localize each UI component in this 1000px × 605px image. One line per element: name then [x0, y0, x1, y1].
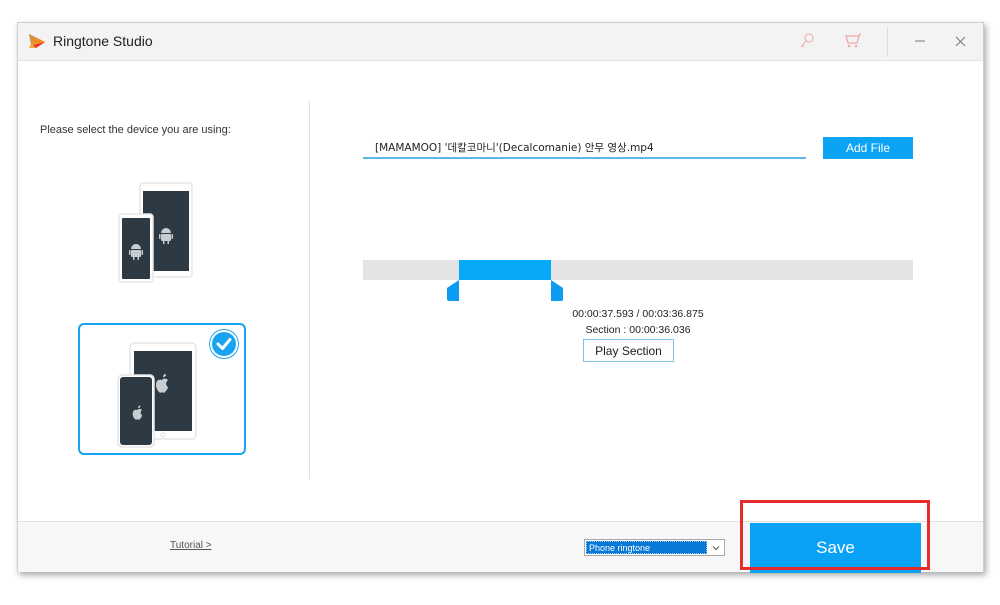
key-icon[interactable]	[797, 31, 817, 51]
timeline-track[interactable]	[363, 260, 913, 280]
cart-icon[interactable]	[843, 31, 863, 51]
add-file-button[interactable]: Add File	[823, 137, 913, 159]
save-button[interactable]: Save	[750, 523, 921, 573]
app-logo-icon	[29, 34, 45, 48]
android-devices-icon	[118, 182, 193, 283]
output-type-selected-value: Phone ringtone	[586, 541, 707, 554]
app-window: Ringtone Studio Please select the device…	[17, 22, 984, 573]
device-option-ios[interactable]	[78, 323, 246, 455]
time-readout: 00:00:37.593 / 00:03:36.875	[572, 308, 704, 320]
output-type-select[interactable]: Phone ringtone	[584, 539, 725, 556]
device-prompt: Please select the device you are using:	[40, 124, 231, 136]
titlebar-separator	[887, 27, 888, 57]
timeline-selection[interactable]	[458, 260, 551, 280]
play-section-button[interactable]: Play Section	[583, 339, 674, 362]
tutorial-link[interactable]: Tutorial >	[170, 540, 212, 551]
filename-field[interactable]	[363, 138, 806, 159]
section-length-readout: Section : 00:00:36.036	[585, 324, 691, 336]
device-option-android[interactable]	[114, 181, 204, 286]
app-title: Ringtone Studio	[53, 33, 153, 49]
selection-start-handle[interactable]	[446, 280, 459, 301]
title-bar: Ringtone Studio	[18, 23, 983, 61]
selected-check-badge	[210, 330, 238, 358]
chevron-down-icon	[712, 546, 720, 551]
checkmark-icon	[216, 338, 232, 350]
selection-end-handle[interactable]	[550, 280, 563, 301]
close-icon[interactable]	[951, 31, 971, 51]
panel-divider	[309, 101, 310, 479]
footer-bar: Tutorial > Phone ringtone Save	[18, 521, 983, 573]
minimize-icon[interactable]	[910, 31, 930, 51]
